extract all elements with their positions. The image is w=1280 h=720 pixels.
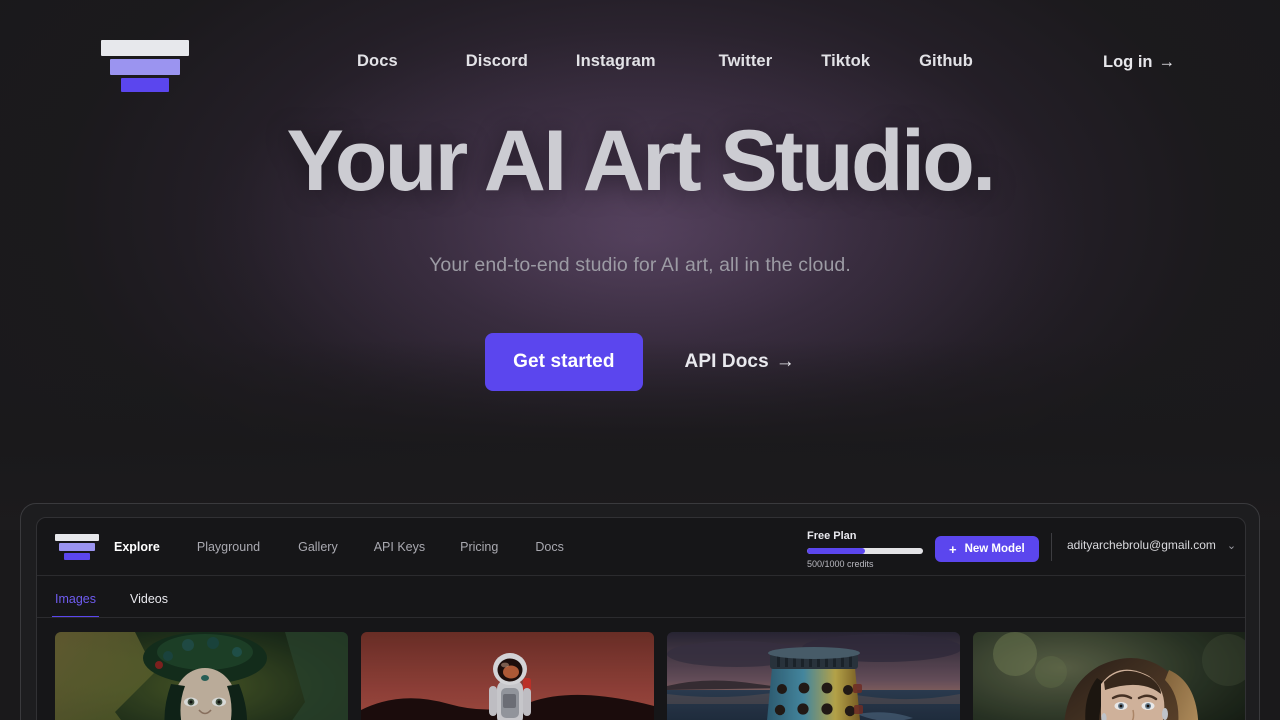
mars-astronaut-image [361,632,654,720]
login-button[interactable]: Log in → [1103,53,1175,72]
nav-link-docs[interactable]: Docs [357,52,398,71]
sea-tower-image [667,632,960,720]
nav-link-twitter[interactable]: Twitter [719,52,773,71]
logo-bar-middle-icon [59,542,95,551]
thumbnail-grid [37,618,1245,720]
credits-progress-fill [807,548,865,554]
page-title: Your AI Art Studio. [286,113,996,209]
logo-bar-middle-icon [110,59,180,75]
credits-label: 500/1000 credits [807,559,874,569]
app-nav-gallery[interactable]: Gallery [298,540,338,554]
brand-logo[interactable] [101,40,189,92]
new-model-button[interactable]: + New Model [935,536,1039,562]
header-divider [1051,533,1052,561]
woman-portrait-image [973,632,1245,720]
landing-page: Docs Discord Instagram Twitter Tiktok Gi… [0,0,1280,720]
thumbnail-card[interactable] [361,632,654,720]
app-window: Explore Playground Gallery API Keys Pric… [36,517,1246,720]
credits-progress-bar [807,548,923,554]
plan-name: Free Plan [807,530,857,542]
chevron-down-icon: ⌄ [1226,539,1237,552]
content-tabs: Images Videos [37,576,1245,618]
app-preview-panel: Explore Playground Gallery API Keys Pric… [20,503,1260,720]
tab-videos[interactable]: Videos [130,592,168,618]
app-header: Explore Playground Gallery API Keys Pric… [37,518,1245,576]
thumbnail-card[interactable] [667,632,960,720]
account-menu[interactable]: adityarchebrolu@gmail.com ⌄ [1067,538,1236,552]
app-nav-docs[interactable]: Docs [535,540,563,554]
app-nav-pricing[interactable]: Pricing [460,540,498,554]
hero-subtitle: Your end-to-end studio for AI art, all i… [429,253,851,276]
top-navigation-bar: Docs Discord Instagram Twitter Tiktok Gi… [0,0,1280,130]
arrow-right-icon: → [775,350,795,372]
api-docs-label: API Docs [684,350,769,372]
hero-cta-row: Get started API Docs → [0,332,1280,391]
plan-status: Free Plan 500/1000 credits [807,530,929,569]
logo-bar-bottom-icon [64,552,90,560]
nav-link-instagram[interactable]: Instagram [576,52,656,71]
api-docs-button[interactable]: API Docs → [685,351,795,373]
forest-sorceress-image [55,632,348,720]
logo-bar-bottom-icon [121,78,169,92]
app-brand-logo[interactable] [55,533,99,560]
nav-link-discord[interactable]: Discord [466,52,528,71]
thumbnail-card[interactable] [973,632,1245,720]
app-nav-playground[interactable]: Playground [197,540,260,554]
nav-link-tiktok[interactable]: Tiktok [821,52,870,71]
account-email: adityarchebrolu@gmail.com [1067,538,1216,552]
tab-images[interactable]: Images [52,592,99,618]
login-label: Log in [1103,53,1153,71]
logo-bar-top-icon [55,533,99,541]
thumbnail-card[interactable] [55,632,348,720]
arrow-right-icon: → [1158,53,1176,71]
nav-links: Docs Discord Instagram Twitter Tiktok Gi… [340,52,973,71]
logo-bar-top-icon [101,40,189,56]
app-nav-api-keys[interactable]: API Keys [374,540,425,554]
new-model-label: New Model [964,543,1025,555]
nav-link-github[interactable]: Github [919,52,973,71]
app-nav-explore[interactable]: Explore [114,540,160,554]
plus-icon: + [949,541,957,557]
tabs-divider [37,617,1245,618]
app-navigation: Explore Playground Gallery API Keys Pric… [114,540,564,554]
get-started-button[interactable]: Get started [485,332,643,391]
